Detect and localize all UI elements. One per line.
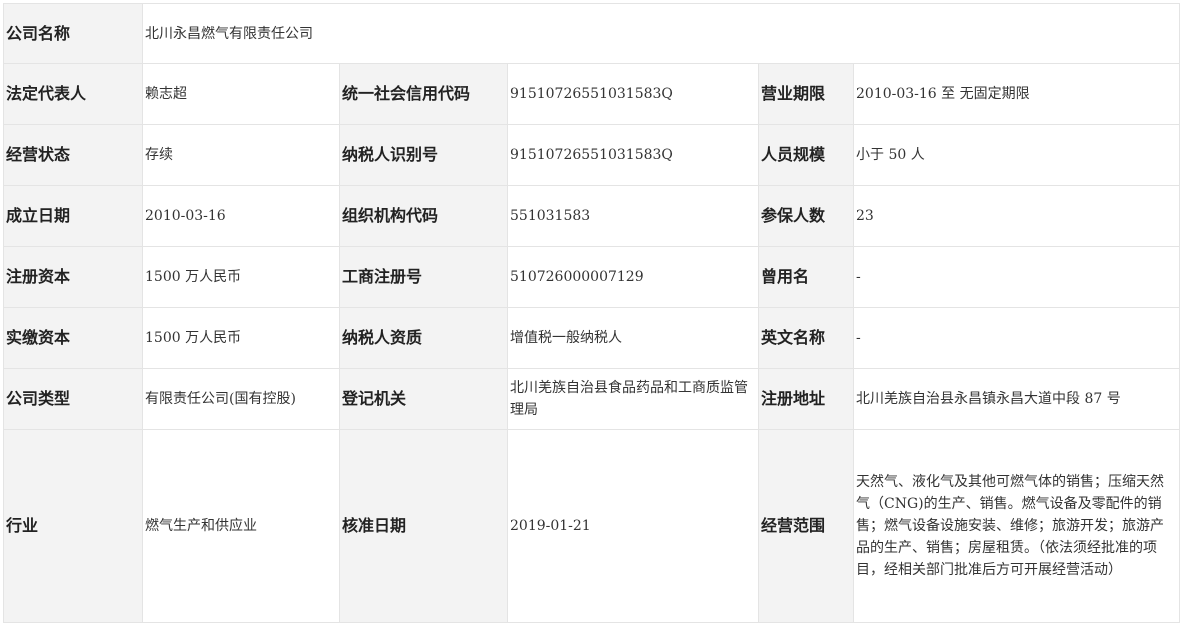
staff-size-value: 小于 50 人 bbox=[852, 124, 1181, 186]
status-label: 经营状态 bbox=[3, 124, 143, 186]
table-row: 行业 燃气生产和供应业 核准日期 2019-01-21 经营范围 天然气、液化气… bbox=[3, 429, 1181, 623]
approval-date-value: 2019-01-21 bbox=[507, 429, 759, 623]
table-row: 公司名称 北川永昌燃气有限责任公司 bbox=[3, 3, 1181, 64]
paid-capital-value: 1500 万人民币 bbox=[142, 307, 340, 369]
company-type-value: 有限责任公司(国有控股) bbox=[142, 368, 340, 430]
org-code-label: 组织机构代码 bbox=[339, 185, 508, 247]
legal-rep-value: 赖志超 bbox=[142, 63, 340, 125]
company-name-value: 北川永昌燃气有限责任公司 bbox=[141, 3, 1181, 64]
table-row: 经营状态 存续 纳税人识别号 91510726551031583Q 人员规模 小… bbox=[3, 124, 1181, 186]
former-name-value: - bbox=[852, 246, 1181, 308]
table-row: 法定代表人 赖志超 统一社会信用代码 91510726551031583Q 营业… bbox=[3, 63, 1181, 125]
insured-count-label: 参保人数 bbox=[758, 185, 854, 247]
registration-authority-label: 登记机关 bbox=[339, 368, 508, 430]
table-row: 公司类型 有限责任公司(国有控股) 登记机关 北川羌族自治县食品药品和工商质监管… bbox=[3, 368, 1181, 430]
business-reg-no-label: 工商注册号 bbox=[339, 246, 508, 308]
industry-label: 行业 bbox=[3, 429, 143, 623]
staff-size-label: 人员规模 bbox=[758, 124, 854, 186]
business-reg-no-value: 510726000007129 bbox=[507, 246, 759, 308]
taxpayer-id-label: 纳税人识别号 bbox=[339, 124, 508, 186]
founded-date-label: 成立日期 bbox=[3, 185, 143, 247]
business-term-value: 2010-03-16 至 无固定期限 bbox=[852, 63, 1181, 125]
approval-date-label: 核准日期 bbox=[339, 429, 508, 623]
former-name-label: 曾用名 bbox=[758, 246, 854, 308]
registered-capital-label: 注册资本 bbox=[3, 246, 143, 308]
table-row: 注册资本 1500 万人民币 工商注册号 510726000007129 曾用名… bbox=[3, 246, 1181, 308]
org-code-value: 551031583 bbox=[507, 185, 759, 247]
taxpayer-type-label: 纳税人资质 bbox=[339, 307, 508, 369]
insured-count-value: 23 bbox=[852, 185, 1181, 247]
company-name-label: 公司名称 bbox=[3, 3, 143, 64]
english-name-label: 英文名称 bbox=[758, 307, 854, 369]
legal-rep-label: 法定代表人 bbox=[3, 63, 143, 125]
credit-code-label: 统一社会信用代码 bbox=[339, 63, 508, 125]
registration-authority-value: 北川羌族自治县食品药品和工商质监管理局 bbox=[507, 368, 759, 430]
taxpayer-id-value: 91510726551031583Q bbox=[507, 124, 759, 186]
company-info-table: 公司名称 北川永昌燃气有限责任公司 法定代表人 赖志超 统一社会信用代码 915… bbox=[3, 3, 1181, 623]
taxpayer-type-value: 增值税一般纳税人 bbox=[507, 307, 759, 369]
table-row: 成立日期 2010-03-16 组织机构代码 551031583 参保人数 23 bbox=[3, 185, 1181, 247]
paid-capital-label: 实缴资本 bbox=[3, 307, 143, 369]
status-value: 存续 bbox=[142, 124, 340, 186]
registered-address-label: 注册地址 bbox=[758, 368, 854, 430]
credit-code-value: 91510726551031583Q bbox=[507, 63, 759, 125]
business-term-label: 营业期限 bbox=[758, 63, 854, 125]
company-type-label: 公司类型 bbox=[3, 368, 143, 430]
table-row: 实缴资本 1500 万人民币 纳税人资质 增值税一般纳税人 英文名称 - bbox=[3, 307, 1181, 369]
registered-capital-value: 1500 万人民币 bbox=[142, 246, 340, 308]
business-scope-value: 天然气、液化气及其他可燃气体的销售；压缩天然气（CNG)的生产、销售。燃气设备及… bbox=[852, 429, 1181, 623]
industry-value: 燃气生产和供应业 bbox=[142, 429, 340, 623]
registered-address-value: 北川羌族自治县永昌镇永昌大道中段 87 号 bbox=[852, 368, 1181, 430]
english-name-value: - bbox=[852, 307, 1181, 369]
founded-date-value: 2010-03-16 bbox=[142, 185, 340, 247]
business-scope-label: 经营范围 bbox=[758, 429, 854, 623]
